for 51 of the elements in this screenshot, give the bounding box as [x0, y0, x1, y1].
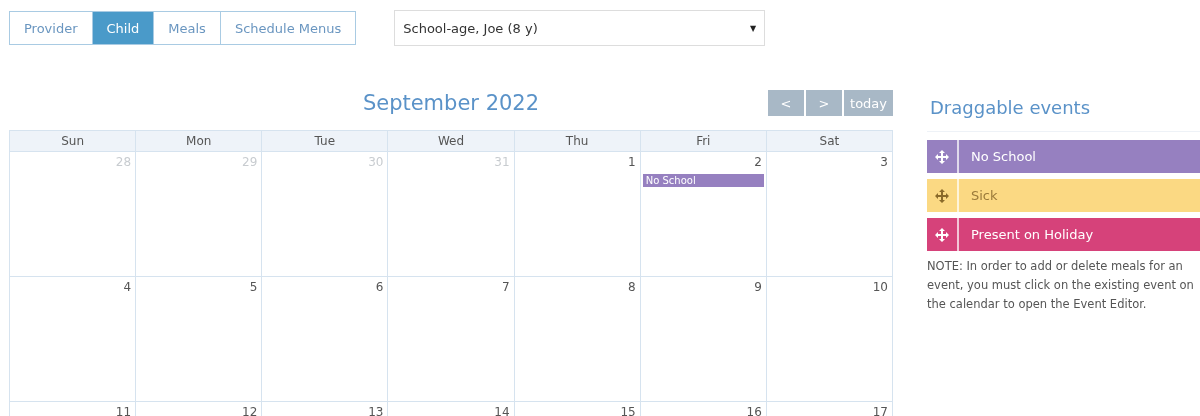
day-number: 8 [628, 280, 637, 294]
day-number: 16 [746, 405, 763, 416]
day-cell[interactable]: 11 [10, 402, 137, 416]
child-select[interactable]: School-age, Joe (8 y) ▼ [394, 10, 766, 46]
weekday-header: Fri [640, 131, 767, 152]
day-cell[interactable]: 5 [136, 277, 263, 402]
weekday-header: Thu [514, 131, 641, 152]
day-cell[interactable]: 3 [766, 152, 893, 277]
day-number: 12 [242, 405, 259, 416]
day-number: 11 [115, 405, 133, 416]
day-number: 15 [620, 405, 637, 416]
day-number: 3 [880, 155, 889, 169]
weekday-header: Tue [262, 131, 389, 152]
move-icon [935, 149, 949, 164]
note-text: NOTE: In order to add or delete meals for an event, you must click on the existing event on the calendar to open the Event Editor. [927, 258, 1195, 313]
day-number: 9 [754, 280, 763, 294]
day-number: 6 [375, 280, 385, 294]
draggable-event[interactable]: Present on Holiday [927, 218, 1200, 251]
day-cell[interactable]: 4 [10, 277, 137, 402]
weekday-header: Wed [388, 131, 515, 152]
day-number: 2 [754, 155, 763, 169]
move-icon [935, 227, 949, 242]
day-number: 17 [872, 405, 889, 416]
select-value: School-age, Joe (8 y) [403, 20, 538, 36]
move-icon [935, 188, 949, 203]
day-cell[interactable]: 16 [640, 402, 767, 416]
day-cell[interactable]: 15 [514, 402, 641, 416]
day-number: 13 [368, 405, 385, 416]
day-number: 7 [501, 280, 511, 294]
day-cell[interactable]: 14 [388, 402, 515, 416]
day-number: 4 [123, 280, 133, 294]
weekday-header: Sun [10, 131, 137, 152]
day-number: 5 [249, 280, 259, 294]
day-number: 1 [628, 155, 637, 169]
day-cell[interactable]: 17 [766, 402, 893, 416]
day-cell[interactable]: 9 [640, 277, 767, 402]
month-title: September 2022 [362, 91, 540, 115]
dropdown-arrow: ▼ [750, 23, 757, 33]
day-cell[interactable]: 2 No School [640, 152, 767, 277]
day-number: 14 [494, 405, 511, 416]
weekday-header: Sat [766, 131, 893, 152]
day-cell[interactable]: 6 [262, 277, 389, 402]
day-cell[interactable]: 1 [514, 152, 641, 277]
sidebar-title: Draggable events [930, 97, 1092, 118]
day-cell[interactable]: 13 [262, 402, 389, 416]
day-number: 10 [872, 280, 889, 294]
day-cell[interactable]: 7 [388, 277, 515, 402]
day-cell[interactable]: 8 [514, 277, 641, 402]
day-cell[interactable]: 10 [766, 277, 893, 402]
day-cell[interactable]: 12 [136, 402, 263, 416]
weekday-header: Mon [136, 131, 263, 152]
